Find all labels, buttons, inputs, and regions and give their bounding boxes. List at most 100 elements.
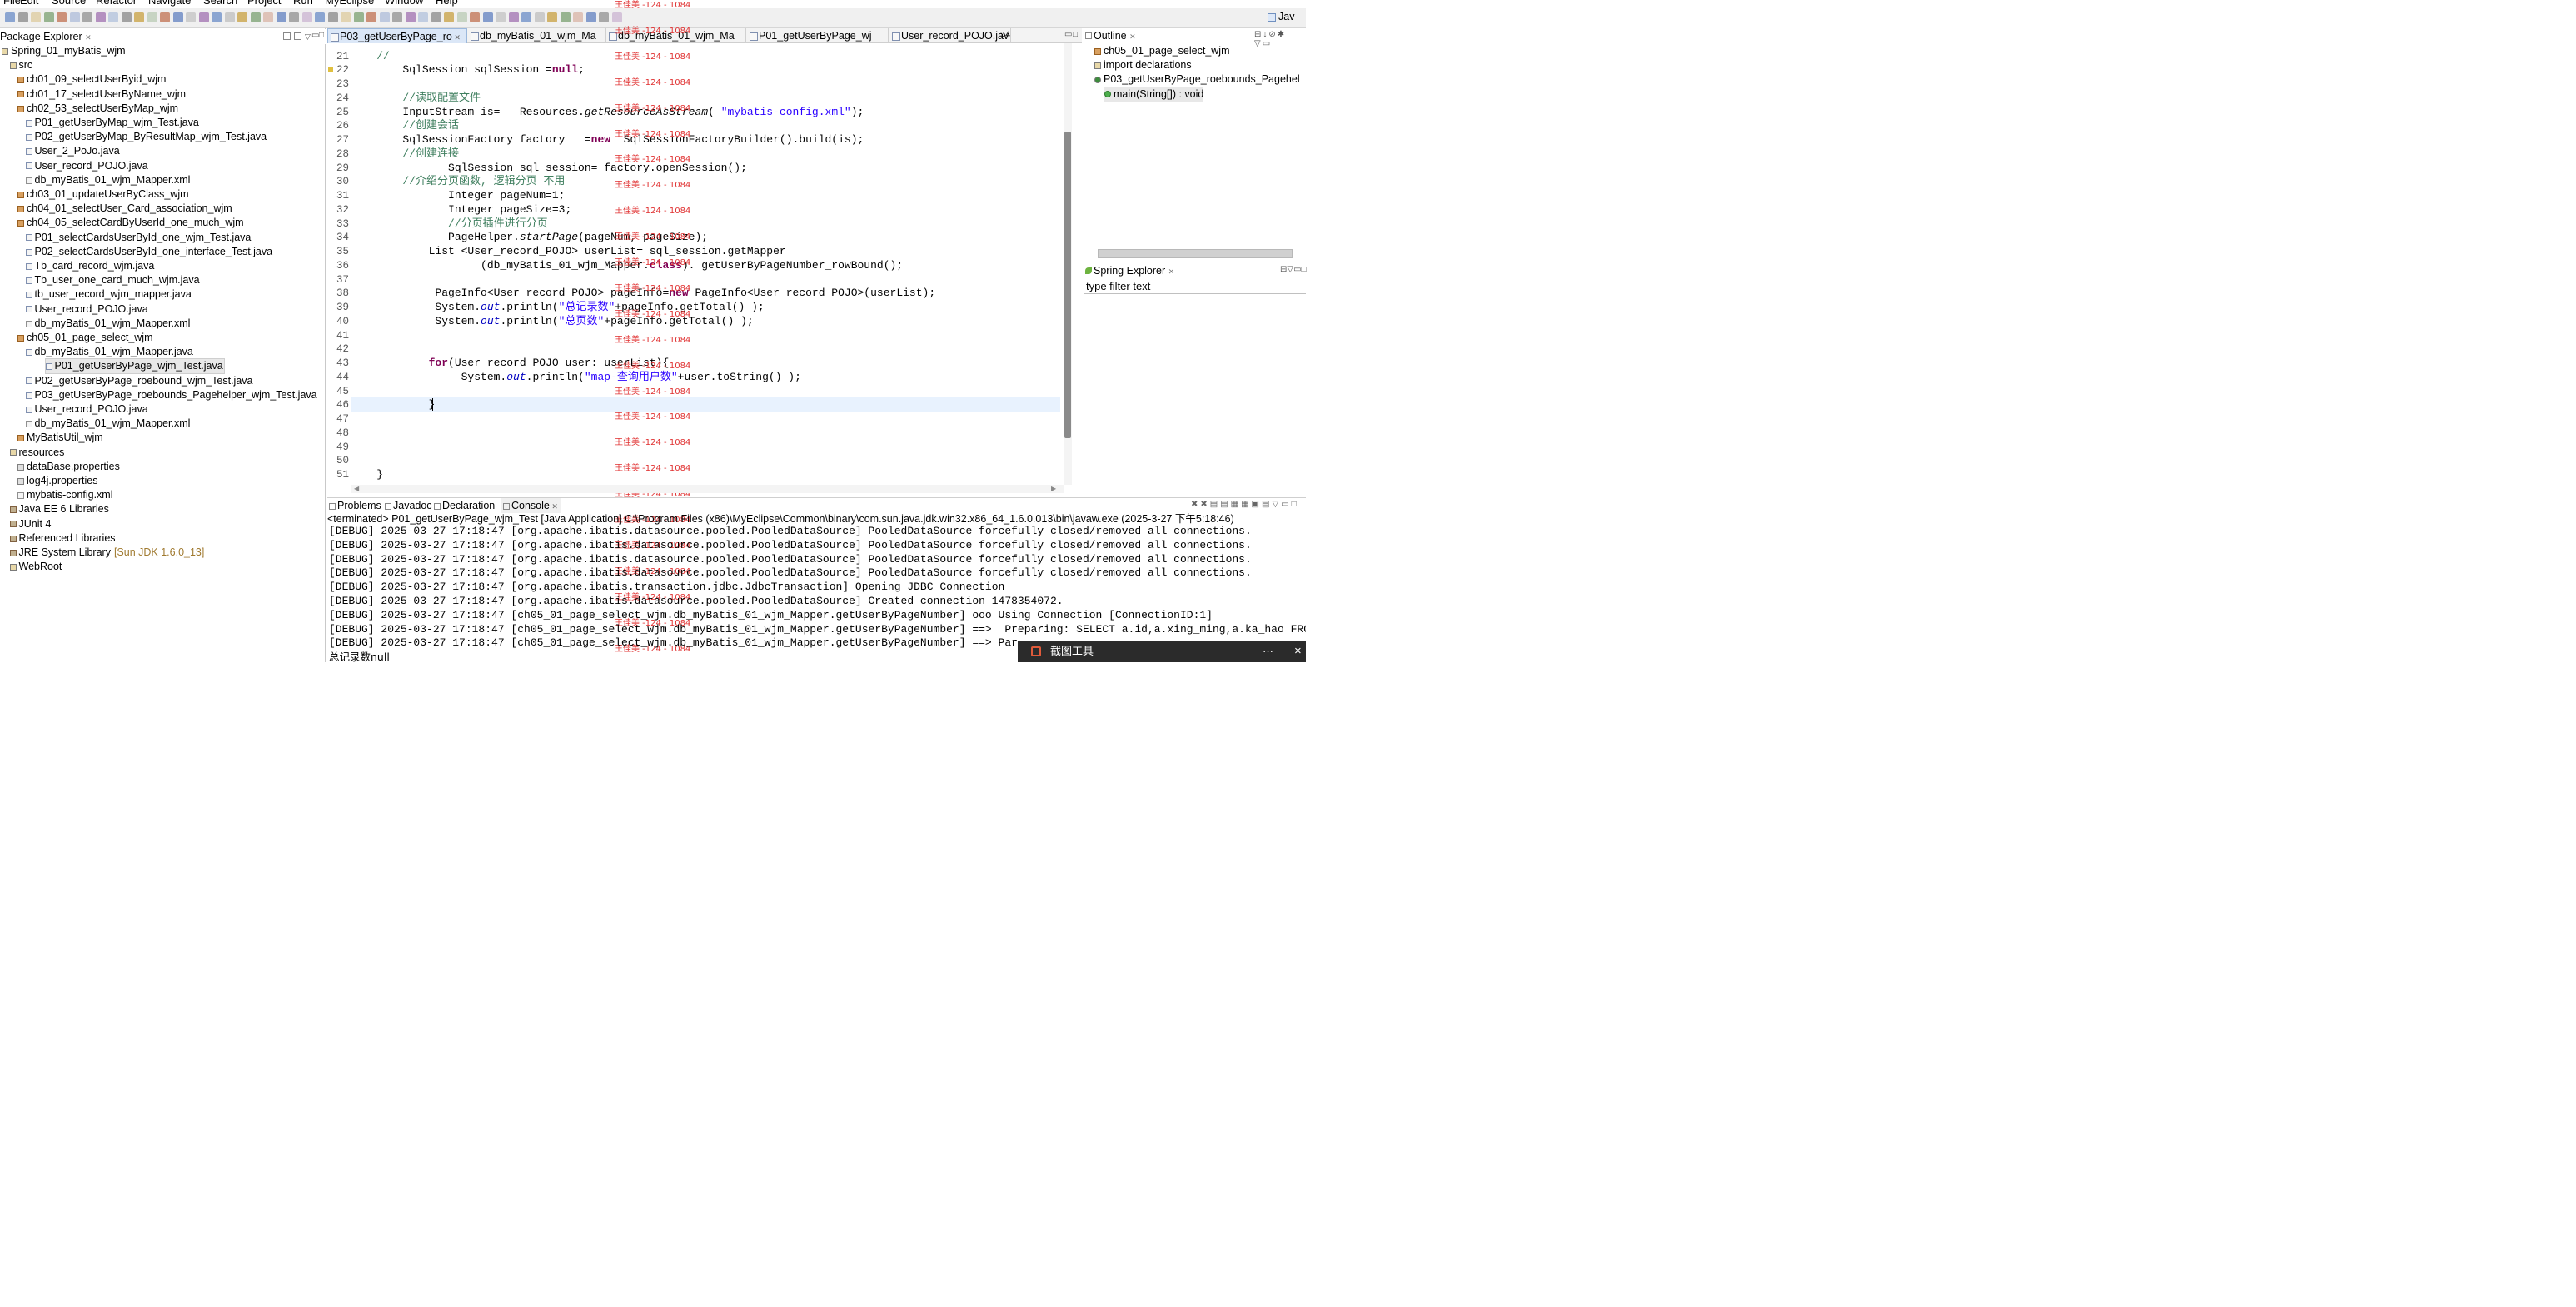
toolbar-icon[interactable] bbox=[172, 12, 183, 22]
tree-item[interactable]: ch04_05_selectCardByUserId_one_much_wjm bbox=[0, 216, 326, 230]
editor-horizontal-scrollbar[interactable] bbox=[351, 485, 1064, 493]
package-explorer-tab[interactable]: Package Explorer ✕ bbox=[0, 29, 92, 44]
console-tab-problems[interactable]: Problems bbox=[329, 498, 381, 513]
spring-explorer-tab[interactable]: Spring Explorer ✕ bbox=[1085, 263, 1174, 278]
toolbar-icon[interactable] bbox=[250, 12, 261, 22]
tree-item[interactable]: MyBatisUtil_wjm bbox=[0, 431, 326, 445]
toolbar-icon[interactable] bbox=[224, 12, 235, 22]
console-toolbar-icons[interactable]: ✖✖▤▤▦▦▣▤▽▭□ bbox=[1191, 500, 1299, 509]
tree-item[interactable]: P01_getUserByMap_wjm_Test.java bbox=[0, 116, 326, 130]
view-menu-icon[interactable]: ▽ bbox=[305, 32, 311, 42]
outline-tab[interactable]: Outline ✕ bbox=[1085, 28, 1136, 43]
toolbar-icon[interactable] bbox=[496, 12, 506, 22]
editor-minimize-icon[interactable]: ▭ bbox=[1064, 30, 1072, 39]
tree-item[interactable]: Java EE 6 Libraries bbox=[0, 502, 326, 516]
editor-maximize-icon[interactable]: □ bbox=[1073, 30, 1078, 39]
link-editor-icon[interactable] bbox=[294, 32, 301, 40]
editor-tab-overflow[interactable]: »4 bbox=[1000, 30, 1010, 40]
tree-item[interactable]: User_record_POJO.java bbox=[0, 159, 326, 173]
tree-item[interactable]: tb_user_record_wjm_mapper.java bbox=[0, 287, 326, 302]
tree-item[interactable]: User_record_POJO.java bbox=[0, 402, 326, 417]
tree-item[interactable]: Referenced Libraries bbox=[0, 531, 326, 546]
toolbar-icon[interactable] bbox=[31, 12, 41, 22]
outline-horizontal-scrollbar[interactable] bbox=[1098, 249, 1293, 258]
menu-file[interactable]: File bbox=[3, 0, 21, 7]
tree-item[interactable]: JUnit 4 bbox=[0, 517, 326, 531]
toolbar-icon[interactable] bbox=[108, 12, 118, 22]
tree-item[interactable]: P01_getUserByPage_wjm_Test.java bbox=[44, 358, 225, 375]
toolbar-icon[interactable] bbox=[599, 12, 609, 22]
tree-item[interactable]: log4j.properties bbox=[0, 474, 326, 488]
toolbar-icon[interactable] bbox=[353, 12, 364, 22]
menu-window[interactable]: Window bbox=[385, 0, 423, 7]
editor-tab[interactable]: User_record_POJO.jav bbox=[889, 28, 1011, 43]
perspective-switcher[interactable]: Jav bbox=[1268, 11, 1306, 27]
toolbar-icon[interactable] bbox=[482, 12, 493, 22]
maximize-icon[interactable]: □ bbox=[319, 31, 324, 40]
toolbar-icon[interactable] bbox=[289, 12, 299, 22]
more-options-icon[interactable]: ··· bbox=[1263, 641, 1273, 662]
toolbar-icon[interactable] bbox=[186, 12, 196, 22]
tree-item[interactable]: db_myBatis_01_wjm_Mapper.xml bbox=[0, 173, 326, 187]
tree-item[interactable]: P03_getUserByPage_roebounds_Pagehelper_w… bbox=[0, 388, 326, 402]
toolbar-icon[interactable] bbox=[560, 12, 571, 22]
tree-item[interactable]: db_myBatis_01_wjm_Mapper.xml bbox=[0, 417, 326, 431]
tree-item[interactable]: db_myBatis_01_wjm_Mapper.xml bbox=[0, 317, 326, 331]
toolbar-icon[interactable] bbox=[301, 12, 312, 22]
toolbar-icon[interactable] bbox=[121, 12, 132, 22]
tree-item[interactable]: Spring_01_myBatis_wjm bbox=[0, 44, 326, 58]
toolbar-icon[interactable] bbox=[611, 12, 622, 22]
toolbar-icon[interactable] bbox=[263, 12, 273, 22]
tree-item[interactable]: User_2_PoJo.java bbox=[0, 144, 326, 158]
toolbar-icon[interactable] bbox=[160, 12, 170, 22]
toolbar-icon[interactable] bbox=[418, 12, 428, 22]
outline-item[interactable]: main(String[]) : void bbox=[1104, 86, 1203, 102]
toolbar-icon[interactable] bbox=[508, 12, 519, 22]
toolbar-icon[interactable] bbox=[534, 12, 545, 22]
scroll-right-icon[interactable]: ▶ bbox=[1051, 485, 1056, 492]
menu-navigate[interactable]: Navigate bbox=[148, 0, 191, 7]
tree-item[interactable]: ch05_01_page_select_wjm bbox=[0, 331, 326, 345]
menu-help[interactable]: Help bbox=[436, 0, 458, 7]
toolbar-icon[interactable] bbox=[237, 12, 247, 22]
tree-item[interactable]: ch02_53_selectUserByMap_wjm bbox=[0, 102, 326, 116]
tree-item[interactable]: mybatis-config.xml bbox=[0, 488, 326, 502]
toolbar-icon[interactable] bbox=[69, 12, 80, 22]
toolbar-icon[interactable] bbox=[431, 12, 441, 22]
tree-item[interactable]: P02_selectCardsUserById_one_interface_Te… bbox=[0, 245, 326, 259]
toolbar-icon[interactable] bbox=[379, 12, 390, 22]
outline-item[interactable]: import declarations bbox=[1094, 58, 1306, 72]
toolbar-icon[interactable] bbox=[95, 12, 106, 22]
console-tab-javadoc[interactable]: Javadoc bbox=[385, 498, 432, 513]
tree-item[interactable]: dataBase.properties bbox=[0, 460, 326, 474]
menu-project[interactable]: Project bbox=[247, 0, 281, 7]
tree-item[interactable]: WebRoot bbox=[0, 560, 326, 574]
tree-item[interactable]: User_record_POJO.java bbox=[0, 302, 326, 317]
editor-scroll-thumb[interactable] bbox=[1064, 132, 1071, 438]
toolbar-icon[interactable] bbox=[444, 12, 454, 22]
toolbar-icon[interactable] bbox=[327, 12, 338, 22]
toolbar-icon[interactable] bbox=[405, 12, 416, 22]
close-icon[interactable]: × bbox=[1294, 641, 1302, 662]
outline-item[interactable]: ch05_01_page_select_wjm bbox=[1094, 44, 1306, 58]
filter-input[interactable]: type filter text bbox=[1084, 279, 1306, 294]
toolbar-icon[interactable] bbox=[341, 12, 351, 22]
menu-edit[interactable]: Edit bbox=[20, 0, 38, 7]
toolbar-icon[interactable] bbox=[366, 12, 376, 22]
menu-refactor[interactable]: Refactor bbox=[96, 0, 137, 7]
tree-item[interactable]: resources bbox=[0, 446, 326, 460]
tree-item[interactable]: ch03_01_updateUserByClass_wjm bbox=[0, 187, 326, 202]
tree-item[interactable]: Tb_card_record_wjm.java bbox=[0, 259, 326, 273]
collapse-all-icon[interactable] bbox=[283, 32, 291, 40]
toolbar-icon[interactable] bbox=[392, 12, 402, 22]
toolbar-icon[interactable] bbox=[315, 12, 325, 22]
close-icon[interactable]: ✕ bbox=[1168, 267, 1175, 276]
toolbar-icon[interactable] bbox=[585, 12, 596, 22]
toolbar-icon[interactable] bbox=[456, 12, 467, 22]
toolbar-icon[interactable] bbox=[5, 12, 15, 22]
toolbar-icon[interactable] bbox=[147, 12, 157, 22]
toolbar-icon[interactable] bbox=[43, 12, 54, 22]
tree-item[interactable]: JRE System Library [Sun JDK 1.6.0_13] bbox=[0, 546, 326, 560]
tree-item[interactable]: ch04_01_selectUser_Card_association_wjm bbox=[0, 202, 326, 216]
tree-item[interactable]: P01_selectCardsUserById_one_wjm_Test.jav… bbox=[0, 231, 326, 245]
